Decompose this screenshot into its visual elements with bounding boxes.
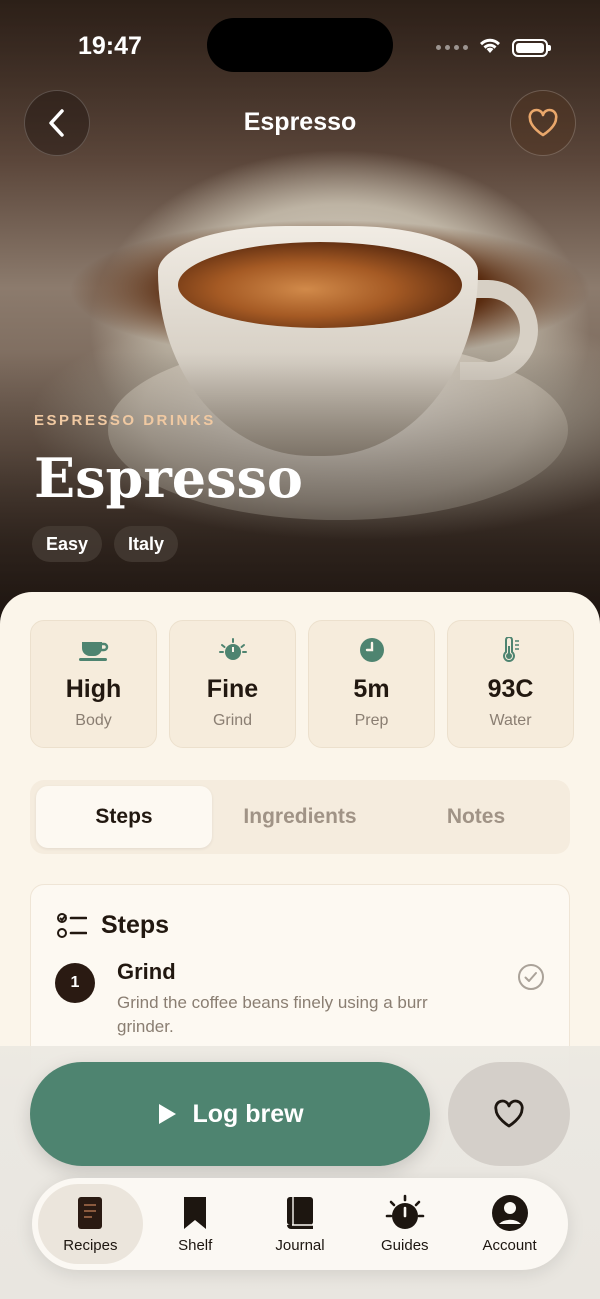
stat-water: 93C Water bbox=[447, 620, 574, 748]
thermometer-icon bbox=[501, 636, 521, 663]
recipe-title: Espresso bbox=[34, 446, 303, 510]
stat-prep: 5m Prep bbox=[308, 620, 435, 748]
step-check-icon[interactable] bbox=[517, 963, 545, 996]
favorite-action-button[interactable] bbox=[448, 1062, 570, 1166]
stat-value: Fine bbox=[206, 675, 259, 703]
heart-icon bbox=[528, 108, 558, 137]
bookmark-icon bbox=[182, 1194, 208, 1232]
stat-value: High bbox=[65, 675, 122, 703]
account-icon bbox=[491, 1194, 529, 1232]
tabbar-item-account[interactable]: Account bbox=[457, 1184, 562, 1264]
tab-bar: Recipes Shelf Journal Guides Account bbox=[32, 1178, 568, 1270]
signal-icon bbox=[436, 45, 468, 50]
guides-icon bbox=[385, 1194, 425, 1232]
tabbar-item-journal[interactable]: Journal bbox=[248, 1184, 353, 1264]
tabbar-label: Shelf bbox=[178, 1237, 213, 1254]
book-icon bbox=[285, 1194, 315, 1232]
recipe-category: ESPRESSO DRINKS bbox=[34, 412, 216, 429]
favorite-button[interactable] bbox=[510, 90, 576, 156]
stats-row: High Body Fine Grind 5m Prep 93C Water bbox=[30, 620, 574, 748]
log-brew-button[interactable]: Log brew bbox=[30, 1062, 430, 1166]
status-time: 19:47 bbox=[78, 32, 142, 60]
stat-value: 5m bbox=[353, 675, 390, 703]
cup-icon bbox=[78, 637, 110, 663]
log-brew-label: Log brew bbox=[192, 1099, 304, 1128]
heart-icon bbox=[494, 1099, 524, 1128]
wifi-icon bbox=[478, 36, 502, 59]
tab-ingredients[interactable]: Ingredients bbox=[212, 786, 388, 848]
play-icon bbox=[159, 1104, 177, 1124]
tabbar-label: Recipes bbox=[63, 1237, 118, 1254]
step-description: Grind the coffee beans finely using a bu… bbox=[117, 993, 428, 1036]
tabbar-label: Journal bbox=[275, 1237, 325, 1254]
stat-grind: Fine Grind bbox=[169, 620, 296, 748]
tabbar-item-shelf[interactable]: Shelf bbox=[143, 1184, 248, 1264]
tab-notes[interactable]: Notes bbox=[388, 786, 564, 848]
recipes-icon bbox=[75, 1194, 105, 1232]
clock-icon bbox=[359, 637, 385, 663]
step-number: 1 bbox=[55, 963, 95, 1003]
status-icons bbox=[436, 36, 551, 59]
tag-origin: Italy bbox=[114, 526, 179, 562]
step-title: Grind bbox=[117, 959, 176, 984]
tab-steps[interactable]: Steps bbox=[36, 786, 212, 848]
checklist-icon bbox=[57, 912, 87, 938]
dynamic-island bbox=[207, 18, 393, 72]
tag-difficulty: Easy bbox=[32, 526, 103, 562]
recipe-tabs: Steps Ingredients Notes bbox=[30, 780, 570, 854]
stat-value: 93C bbox=[487, 675, 534, 703]
stat-body: High Body bbox=[30, 620, 157, 748]
steps-title: Steps bbox=[101, 911, 170, 939]
recipe-tags: Easy Italy bbox=[32, 526, 179, 562]
stat-label: Water bbox=[489, 712, 532, 729]
tabbar-item-guides[interactable]: Guides bbox=[352, 1184, 457, 1264]
grinder-icon bbox=[218, 637, 247, 663]
stat-label: Body bbox=[75, 712, 112, 729]
stat-label: Prep bbox=[354, 712, 389, 729]
tabbar-label: Guides bbox=[381, 1237, 429, 1254]
steps-header: Steps bbox=[57, 911, 169, 940]
stat-label: Grind bbox=[212, 712, 253, 729]
tabbar-item-recipes[interactable]: Recipes bbox=[38, 1184, 143, 1264]
battery-icon bbox=[512, 38, 551, 57]
tabbar-label: Account bbox=[482, 1237, 537, 1254]
